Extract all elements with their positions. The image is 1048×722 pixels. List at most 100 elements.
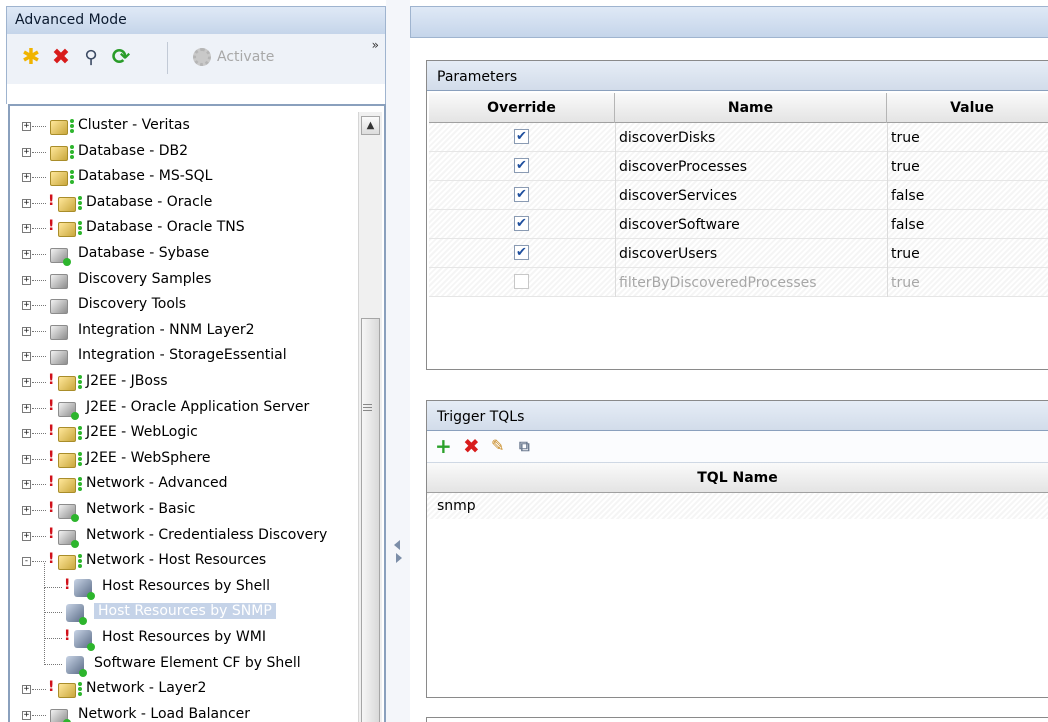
tree-item[interactable]: + Database - MS-SQL bbox=[10, 165, 350, 190]
tree-connector bbox=[32, 484, 46, 486]
error-mark-icon: ! bbox=[48, 500, 55, 516]
tree-item-label: J2EE - WebLogic bbox=[86, 424, 198, 441]
column-divider bbox=[887, 152, 888, 181]
module-package-icon bbox=[58, 452, 76, 468]
tree-toolbar: ✱ ✖ ⚲ ⟳ Activate » bbox=[6, 34, 386, 84]
tree-item[interactable]: +! Database - Oracle bbox=[10, 191, 350, 216]
tql-view-icon[interactable]: ⧉ bbox=[519, 435, 530, 457]
tree-item[interactable]: +! Network - Advanced bbox=[10, 472, 350, 497]
network-package-icon bbox=[50, 708, 71, 722]
tree-item[interactable]: + Discovery Tools bbox=[10, 293, 350, 318]
tree-item[interactable]: +! J2EE - Oracle Application Server bbox=[10, 396, 350, 421]
expand-toggle-icon[interactable]: + bbox=[22, 122, 31, 131]
add-icon[interactable]: + bbox=[435, 435, 452, 457]
module-tree: + Cluster - Veritas + Database - DB2 + Databa… bbox=[8, 104, 386, 722]
override-checkbox[interactable]: ✔ bbox=[514, 129, 529, 144]
tree-item[interactable]: + Discovery Samples bbox=[10, 268, 350, 293]
edit-pencil-icon[interactable]: ✎ bbox=[491, 435, 504, 457]
override-checkbox[interactable] bbox=[514, 274, 529, 289]
toolbar-overflow-button[interactable]: » bbox=[372, 38, 379, 52]
expand-toggle-icon[interactable]: + bbox=[22, 250, 31, 259]
error-mark-icon: ! bbox=[48, 679, 55, 696]
tree-item[interactable]: Host Resources by SNMP bbox=[10, 588, 350, 626]
remove-icon[interactable]: ✖ bbox=[463, 435, 480, 457]
refresh-icon[interactable]: ⟳ bbox=[109, 46, 133, 70]
tree-item[interactable]: + Database - DB2 bbox=[10, 140, 350, 165]
table-row[interactable]: snmp bbox=[427, 493, 1048, 519]
parameter-value-cell[interactable]: true bbox=[891, 123, 920, 152]
tree-item[interactable]: +! Network - Credentialess Discovery bbox=[10, 524, 350, 549]
expand-toggle-icon[interactable]: + bbox=[22, 198, 31, 208]
override-checkbox[interactable]: ✔ bbox=[514, 187, 529, 202]
error-mark-icon: ! bbox=[64, 628, 71, 644]
tree-item[interactable]: +! J2EE - JBoss bbox=[10, 370, 350, 395]
network-package-icon bbox=[58, 529, 79, 548]
new-icon[interactable]: ✱ bbox=[19, 46, 43, 70]
expand-toggle-icon[interactable]: + bbox=[22, 454, 31, 464]
expand-toggle-icon[interactable]: + bbox=[22, 480, 31, 490]
expand-toggle-icon[interactable]: + bbox=[22, 224, 31, 234]
tree-item[interactable]: + Database - Sybase bbox=[10, 242, 350, 267]
parameter-value-cell[interactable]: true bbox=[891, 152, 920, 181]
tree-item[interactable]: +! Network - Layer2 bbox=[10, 677, 350, 702]
parameter-value-cell[interactable]: false bbox=[891, 181, 924, 210]
collapse-left-icon[interactable] bbox=[394, 540, 400, 550]
override-checkbox[interactable]: ✔ bbox=[514, 158, 529, 173]
tree-item[interactable]: +! J2EE - WebLogic bbox=[10, 421, 350, 446]
column-header-override[interactable]: Override bbox=[429, 93, 615, 123]
tree-connector bbox=[44, 663, 62, 665]
tree-item[interactable]: ! Host Resources by WMI bbox=[10, 614, 350, 651]
expand-toggle-icon[interactable]: + bbox=[22, 429, 31, 439]
tree-item[interactable]: -! Network - Host Resources bbox=[10, 549, 350, 574]
activate-button[interactable]: Activate bbox=[193, 48, 274, 66]
error-mark-icon: ! bbox=[48, 525, 55, 542]
tree-item[interactable]: ! Host Resources by Shell bbox=[10, 562, 350, 600]
tree-item[interactable]: +! Database - Oracle TNS bbox=[10, 216, 350, 241]
table-row[interactable]: ✔ discoverUsers true bbox=[429, 239, 1048, 268]
column-header-name[interactable]: Name bbox=[615, 93, 887, 123]
collapse-toggle-icon[interactable]: - bbox=[22, 557, 31, 567]
expand-toggle-icon[interactable]: + bbox=[22, 378, 31, 387]
override-checkbox[interactable]: ✔ bbox=[514, 216, 529, 231]
table-row[interactable]: filterByDiscoveredProcesses true bbox=[429, 268, 1048, 297]
scroll-up-button[interactable]: ▲ bbox=[361, 116, 380, 135]
expand-toggle-icon[interactable]: + bbox=[22, 147, 31, 157]
table-row[interactable]: ✔ discoverServices false bbox=[429, 181, 1048, 210]
tree-item[interactable]: + Integration - NNM Layer2 bbox=[10, 319, 350, 344]
expand-toggle-icon[interactable]: + bbox=[22, 326, 31, 336]
tree-connector bbox=[44, 639, 45, 665]
tree-scrollbar[interactable]: ▲ bbox=[358, 112, 382, 722]
table-row[interactable]: ✔ discoverDisks true bbox=[429, 123, 1048, 152]
error-mark-icon: ! bbox=[48, 372, 55, 388]
pane-splitter[interactable] bbox=[386, 0, 410, 722]
override-checkbox[interactable]: ✔ bbox=[514, 245, 529, 260]
tree-item[interactable]: +! J2EE - WebSphere bbox=[10, 447, 350, 472]
delete-icon[interactable]: ✖ bbox=[49, 46, 73, 70]
error-mark-icon: ! bbox=[48, 218, 55, 235]
tree-item[interactable]: + Network - Load Balancer bbox=[10, 703, 350, 722]
expand-toggle-icon[interactable]: + bbox=[22, 301, 31, 311]
scroll-thumb[interactable] bbox=[361, 318, 380, 722]
expand-toggle-icon[interactable]: + bbox=[22, 403, 31, 413]
column-header-tql-name[interactable]: TQL Name bbox=[427, 463, 1048, 493]
parameter-value-cell[interactable]: false bbox=[891, 210, 924, 239]
expand-toggle-icon[interactable]: + bbox=[22, 173, 31, 183]
expand-toggle-icon[interactable]: + bbox=[22, 506, 31, 515]
table-row[interactable]: ✔ discoverProcesses true bbox=[429, 152, 1048, 181]
expand-toggle-icon[interactable]: + bbox=[22, 275, 31, 285]
column-header-value[interactable]: Value bbox=[887, 93, 1048, 123]
table-row[interactable]: ✔ discoverSoftware false bbox=[429, 210, 1048, 239]
parameter-value-cell[interactable]: true bbox=[891, 268, 920, 297]
expand-toggle-icon[interactable]: + bbox=[22, 710, 31, 720]
tree-item[interactable]: Software Element CF by Shell bbox=[10, 639, 350, 677]
parameter-value-cell[interactable]: true bbox=[891, 239, 920, 268]
expand-toggle-icon[interactable]: + bbox=[22, 685, 31, 695]
tree-item[interactable]: + Integration - StorageEssential bbox=[10, 344, 350, 369]
tree-item[interactable]: + Cluster - Veritas bbox=[10, 114, 350, 139]
tree-item[interactable]: +! Network - Basic bbox=[10, 498, 350, 523]
column-divider bbox=[615, 152, 616, 181]
expand-toggle-icon[interactable]: + bbox=[22, 531, 31, 541]
collapse-right-icon[interactable] bbox=[396, 553, 402, 563]
search-icon[interactable]: ⚲ bbox=[79, 46, 103, 70]
expand-toggle-icon[interactable]: + bbox=[22, 352, 31, 362]
